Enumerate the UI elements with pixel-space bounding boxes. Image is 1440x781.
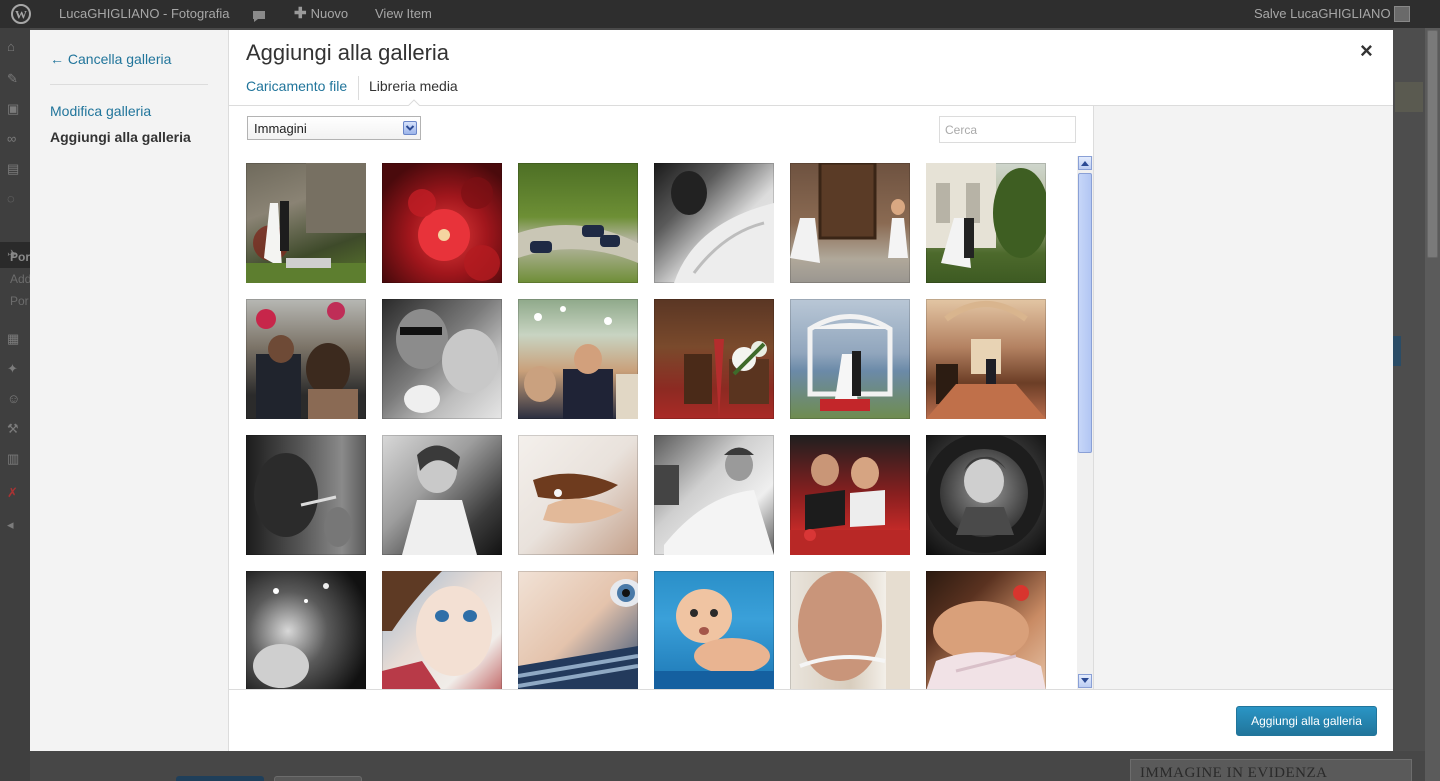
- background-secondary-button: [274, 776, 362, 781]
- attachment-thumbnail[interactable]: [246, 299, 366, 419]
- new-content-label: Nuovo: [310, 6, 349, 21]
- cancel-gallery-link[interactable]: ← Cancella galleria: [50, 51, 171, 67]
- submenu-item: Add: [10, 272, 32, 286]
- close-icon[interactable]: ×: [1360, 39, 1373, 63]
- appearance-icon: ▦: [7, 331, 20, 346]
- modal-title: Aggiungi alla galleria: [246, 40, 450, 65]
- tab-divider: [358, 76, 359, 100]
- attachment-thumbnail[interactable]: [654, 163, 774, 283]
- submenu-item: Por: [10, 294, 29, 308]
- media-modal: ← Cancella galleria Modifica galleria Ag…: [30, 30, 1393, 751]
- submenu-item: Por: [10, 250, 31, 264]
- site-name-link[interactable]: LucaGHIGLIANO - Fotografia: [59, 0, 230, 28]
- library-scroll-thumb[interactable]: [1078, 173, 1092, 453]
- attachment-thumbnail[interactable]: [382, 299, 502, 419]
- attachment-thumbnail[interactable]: [790, 571, 910, 690]
- menu-separator: [50, 84, 208, 85]
- featured-image-box-title: IMMAGINE IN EVIDENZA: [1140, 765, 1328, 781]
- filter-selected-value: Immagini: [254, 121, 307, 136]
- links-icon: ∞: [7, 131, 17, 146]
- add-to-gallery-button[interactable]: Aggiungi alla galleria: [1236, 706, 1377, 736]
- attachments-grid: [229, 150, 1077, 690]
- tab-media-library[interactable]: Libreria media: [369, 78, 458, 94]
- admin-side-menu: ⌂ ✎ ▣ ∞ ▤ ◌ ✈ Por Add Por ▦ ✦ ☺ ⚒ ▥ ✗ ◂: [0, 28, 32, 781]
- attachment-thumbnail[interactable]: [246, 571, 366, 690]
- attachment-thumbnail[interactable]: [926, 299, 1046, 419]
- tools-icon: ⚒: [7, 421, 19, 436]
- add-to-gallery-menu-item[interactable]: Aggiungi alla galleria: [50, 129, 191, 145]
- attachment-thumbnail[interactable]: [926, 435, 1046, 555]
- attachment-thumbnail[interactable]: [654, 435, 774, 555]
- page-scroll-thumb[interactable]: [1427, 30, 1438, 258]
- pages-icon: ▤: [7, 161, 20, 176]
- svg-text:W: W: [15, 8, 27, 22]
- plus-icon: ✚: [294, 5, 307, 22]
- background-bottom: IMMAGINE IN EVIDENZA: [30, 751, 1425, 781]
- library-scrollbar[interactable]: [1077, 156, 1093, 689]
- scroll-down-icon[interactable]: [1078, 674, 1092, 688]
- avatar[interactable]: [1394, 6, 1410, 22]
- wordpress-logo-icon[interactable]: W: [10, 4, 32, 24]
- new-content-menu[interactable]: ✚ Nuovo: [294, 0, 348, 28]
- admin-bar: W LucaGHIGLIANO - Fotografia ✚ Nuovo View…: [0, 0, 1440, 28]
- publish-button-edge: [1393, 336, 1401, 366]
- attachment-thumbnail[interactable]: [926, 571, 1046, 690]
- attachment-thumbnail[interactable]: [654, 571, 774, 690]
- plugin-icon: ✗: [7, 485, 18, 500]
- attachment-thumbnail[interactable]: [382, 571, 502, 690]
- attachment-thumbnail[interactable]: [654, 299, 774, 419]
- media-type-filter[interactable]: Immagini: [247, 116, 421, 140]
- tab-upload-files[interactable]: Caricamento file: [246, 78, 347, 94]
- attachment-details-sidebar: [1093, 106, 1393, 690]
- settings-icon: ▥: [7, 451, 20, 466]
- notice-edge: [1395, 82, 1423, 112]
- plugins-icon: ✦: [7, 361, 18, 376]
- pin-icon: ✎: [7, 71, 18, 86]
- modal-menu: ← Cancella galleria Modifica galleria Ag…: [30, 30, 229, 751]
- background-primary-button: [176, 776, 264, 781]
- page-scrollbar[interactable]: [1425, 28, 1440, 781]
- comments-menu-icon: ◌: [7, 191, 15, 206]
- comments-icon[interactable]: [251, 6, 267, 22]
- users-icon: ☺: [7, 391, 21, 406]
- search-input[interactable]: [939, 116, 1076, 143]
- chevron-down-icon[interactable]: [403, 121, 417, 135]
- attachment-thumbnail[interactable]: [518, 163, 638, 283]
- active-tab-caret-icon: [408, 99, 420, 106]
- attachment-thumbnail[interactable]: [518, 571, 638, 690]
- attachment-thumbnail[interactable]: [382, 163, 502, 283]
- attachment-thumbnail[interactable]: [926, 163, 1046, 283]
- attachment-thumbnail[interactable]: [382, 435, 502, 555]
- account-greeting[interactable]: Salve LucaGHIGLIANO: [1254, 0, 1391, 28]
- modal-toolbar: Aggiungi alla galleria: [229, 689, 1393, 751]
- attachment-thumbnail[interactable]: [246, 163, 366, 283]
- media-icon: ▣: [7, 101, 20, 116]
- attachment-thumbnail[interactable]: [246, 435, 366, 555]
- background-right-column: [1393, 28, 1425, 781]
- attachment-thumbnail[interactable]: [518, 299, 638, 419]
- scroll-up-icon[interactable]: [1078, 156, 1092, 170]
- collapse-menu-icon: ◂: [7, 517, 14, 532]
- attachment-thumbnail[interactable]: [518, 435, 638, 555]
- view-item-link[interactable]: View Item: [375, 0, 432, 28]
- dashboard-icon: ⌂: [7, 39, 15, 54]
- edit-gallery-link[interactable]: Modifica galleria: [50, 103, 151, 119]
- attachment-thumbnail[interactable]: [790, 435, 910, 555]
- attachment-thumbnail[interactable]: [790, 163, 910, 283]
- attachment-thumbnail[interactable]: [790, 299, 910, 419]
